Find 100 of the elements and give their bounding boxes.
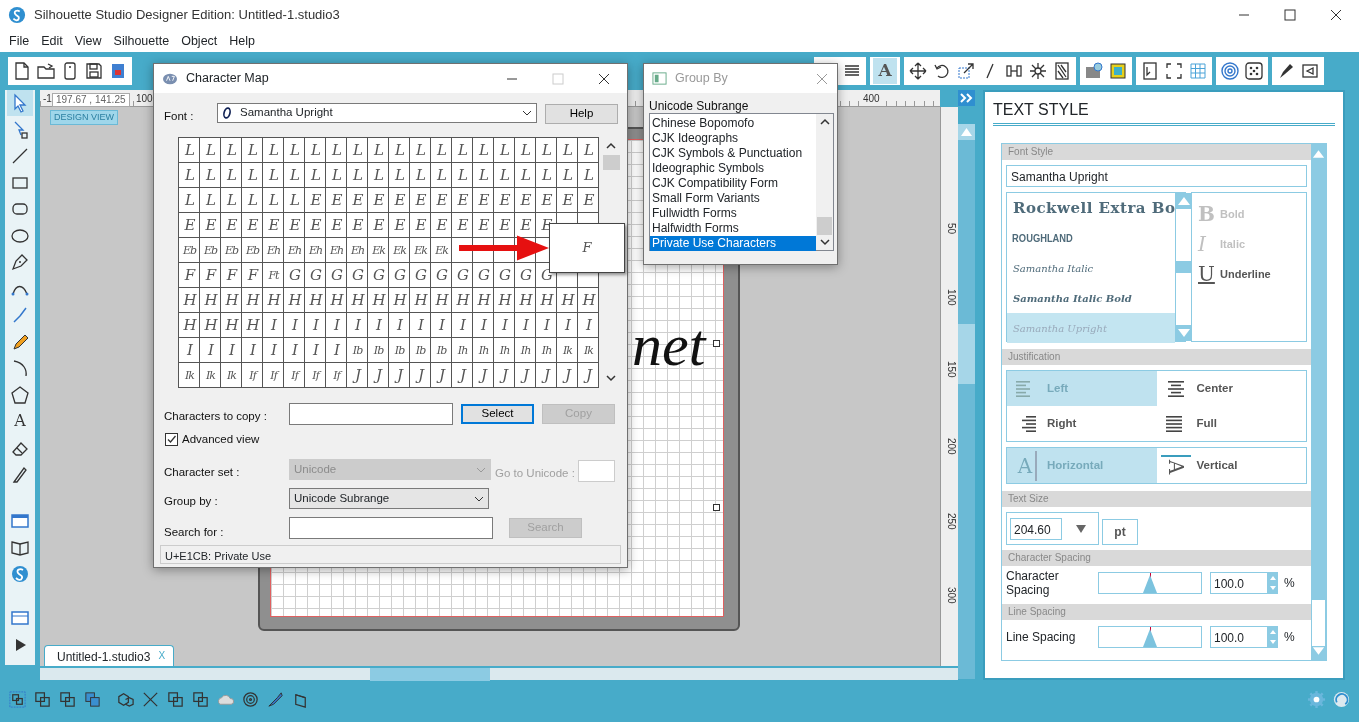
list-scrollbar[interactable]	[1175, 193, 1192, 341]
glyph-cell[interactable]: J	[557, 363, 578, 388]
list-item[interactable]: Small Form Variants	[650, 191, 816, 206]
glyph-cell[interactable]: F	[179, 263, 200, 288]
slider-thumb[interactable]	[1143, 629, 1157, 647]
glyph-cell[interactable]: L	[389, 138, 410, 163]
glyph-cell[interactable]: J	[536, 363, 557, 388]
glyph-cell[interactable]: I	[452, 313, 473, 338]
menu-item[interactable]: File	[3, 31, 36, 51]
document-tab[interactable]: Untitled-1.studio3 X	[44, 644, 175, 666]
glyph-cell[interactable]: F	[200, 263, 221, 288]
list-item[interactable]: CJK Compatibility Form	[650, 176, 816, 191]
page-icon[interactable]	[12, 61, 32, 81]
glyph-cell[interactable]: I	[410, 313, 431, 338]
glyph-cell[interactable]: L	[179, 163, 200, 188]
font-list-item[interactable]: ROUGHLAND	[1007, 223, 1151, 253]
grid-icon[interactable]	[1188, 61, 1208, 81]
menu-item[interactable]: Help	[223, 31, 262, 51]
glyph-cell[interactable]: If	[263, 363, 284, 388]
glyph-cell[interactable]: L	[494, 138, 515, 163]
glyph-cell[interactable]: L	[221, 188, 242, 213]
glyph-cell[interactable]: Eh	[263, 238, 284, 263]
scrollbar-thumb[interactable]	[817, 217, 832, 235]
chevron-up-icon[interactable]	[819, 117, 830, 127]
glyph-cell[interactable]: J	[410, 363, 431, 388]
glyph-cell[interactable]: G	[368, 263, 389, 288]
pen-icon[interactable]	[10, 252, 30, 272]
glyph-cell[interactable]: E	[347, 213, 368, 238]
glyph-cell[interactable]: I	[179, 338, 200, 363]
glyph-cell[interactable]: E	[368, 213, 389, 238]
glyph-cell[interactable]: I	[326, 313, 347, 338]
glyph-cell[interactable]: L	[368, 138, 389, 163]
glyph-cell[interactable]: L	[578, 138, 599, 163]
glyph-cell[interactable]: I	[536, 313, 557, 338]
glyph-cell[interactable]: H	[347, 288, 368, 313]
glyph-cell[interactable]: If	[284, 363, 305, 388]
glyph-cell[interactable]: L	[326, 163, 347, 188]
glyph-cell[interactable]: L	[431, 138, 452, 163]
glyph-cell[interactable]: G	[494, 263, 515, 288]
panel-scrollbar[interactable]	[1311, 144, 1326, 660]
glyph-cell[interactable]: L	[431, 163, 452, 188]
dots-icon[interactable]	[1244, 61, 1264, 81]
glyph-cell[interactable]: Ih	[536, 338, 557, 363]
glyph-cell[interactable]: L	[557, 138, 578, 163]
justify-option[interactable]: Center	[1156, 371, 1306, 406]
glyph-cell[interactable]: E	[221, 213, 242, 238]
glyph-cell[interactable]: L	[221, 163, 242, 188]
text-tool-button[interactable]: A	[7, 408, 33, 434]
vertical-scrollbar[interactable]	[958, 124, 975, 679]
glyph-cell[interactable]: G	[452, 263, 473, 288]
font-list-item[interactable]: Rockwell Extra Bo	[1007, 193, 1176, 223]
text-tool-button[interactable]: A	[873, 58, 897, 84]
list-item[interactable]: Private Use Characters	[650, 236, 816, 251]
glyph-cell[interactable]: L	[368, 163, 389, 188]
glyph-cell[interactable]: L	[557, 163, 578, 188]
glyph-cell[interactable]: J	[452, 363, 473, 388]
slider-track[interactable]	[1098, 626, 1202, 648]
glyph-cell[interactable]: E	[536, 188, 557, 213]
glyph-cell[interactable]: H	[242, 313, 263, 338]
justify-option[interactable]: Right	[1007, 406, 1157, 441]
glyph-cell[interactable]: I	[347, 313, 368, 338]
glyph-cell[interactable]: G	[284, 263, 305, 288]
glyph-cell[interactable]: L	[536, 138, 557, 163]
glyph-cell[interactable]: L	[200, 163, 221, 188]
glyph-cell[interactable]: L	[410, 138, 431, 163]
glyph-cell[interactable]: E	[179, 213, 200, 238]
glyph-cell[interactable]: L	[452, 163, 473, 188]
list-item[interactable]: Halfwidth Forms	[650, 221, 816, 236]
rings-icon[interactable]	[241, 689, 260, 709]
glyph-cell[interactable]: E	[515, 188, 536, 213]
scrollbar-thumb[interactable]	[370, 667, 490, 681]
glyph-cell[interactable]: H	[200, 288, 221, 313]
scrollbar-thumb[interactable]	[1176, 261, 1192, 273]
font-list-item[interactable]: Samantha Italic	[1007, 253, 1176, 283]
glyph-cell[interactable]: I	[578, 313, 599, 338]
help-button[interactable]: Help	[545, 104, 618, 124]
maximize-icon[interactable]	[1284, 9, 1296, 21]
glyph-cell[interactable]: I	[305, 313, 326, 338]
glyph-cell[interactable]: Ek	[389, 238, 410, 263]
knife-icon[interactable]	[266, 689, 285, 709]
glyph-cell[interactable]: Ib	[389, 338, 410, 363]
glyph-cell[interactable]: E	[452, 213, 473, 238]
glyph-cell[interactable]: L	[200, 138, 221, 163]
glyph-cell[interactable]: H	[536, 288, 557, 313]
s-logo-icon[interactable]	[10, 563, 30, 584]
glyph-cell[interactable]: L	[305, 163, 326, 188]
glyph-cell[interactable]: L	[326, 138, 347, 163]
glyph-cell[interactable]: H	[515, 288, 536, 313]
glyph-cell[interactable]: L	[347, 138, 368, 163]
refresh-icon[interactable]	[1332, 689, 1351, 709]
glyph-cell[interactable]: E	[578, 188, 599, 213]
glyph-cell[interactable]: Eb	[221, 238, 242, 263]
list-scrollbar[interactable]	[816, 114, 833, 250]
glyph-cell[interactable]: I	[557, 313, 578, 338]
glyph-cell[interactable]: Ik	[179, 363, 200, 388]
glyph-cell[interactable]: L	[221, 138, 242, 163]
list-item[interactable]: Ideographic Symbols	[650, 161, 816, 176]
folder-icon[interactable]	[36, 61, 56, 81]
spacing-field[interactable]: 100.0	[1210, 626, 1268, 648]
glyph-cell[interactable]: I	[494, 313, 515, 338]
